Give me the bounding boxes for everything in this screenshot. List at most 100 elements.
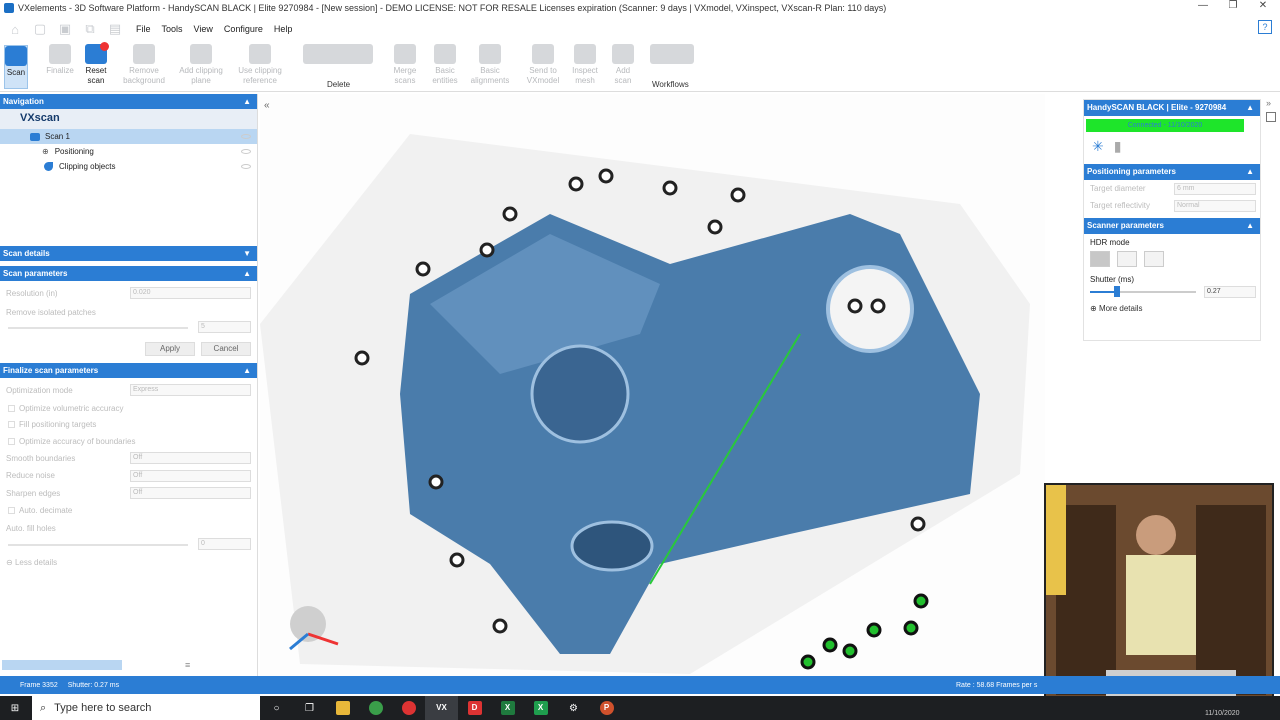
send-to-vxmodel-button[interactable]: Send to VXmodel	[524, 44, 562, 86]
collapse-icon[interactable]: ▲	[243, 94, 251, 109]
optimize-boundaries-checkbox[interactable]	[8, 438, 15, 445]
excel-icon[interactable]: X	[491, 696, 524, 720]
remove-isolated-field[interactable]: 5	[198, 321, 251, 333]
help-icon[interactable]: ?	[1258, 20, 1272, 34]
basic-entities-button[interactable]: Basic entities	[428, 44, 462, 86]
merge-scans-button[interactable]: Merge scans	[388, 44, 422, 86]
more-details-link[interactable]: ⊕ More details	[1084, 300, 1260, 313]
3d-viewport[interactable]: «	[260, 94, 1045, 676]
reduce-noise-select[interactable]: Off	[130, 470, 251, 482]
smooth-boundaries-select[interactable]: Off	[130, 452, 251, 464]
reset-scan-button[interactable]: Reset scan	[82, 42, 110, 86]
navigation-header[interactable]: Navigation ▲	[0, 94, 257, 109]
optimization-mode-select[interactable]: Express	[130, 384, 251, 396]
visibility-eye-icon[interactable]	[241, 149, 251, 154]
hdr-full-button[interactable]	[1144, 251, 1164, 267]
scanner-header[interactable]: HandySCAN BLACK | Elite - 9270984 ▲	[1084, 100, 1260, 116]
panel-icon[interactable]	[1266, 112, 1276, 122]
scan-details-header[interactable]: Scan details ▼	[0, 246, 257, 261]
hdr-half-button[interactable]	[1117, 251, 1137, 267]
optimize-volumetric-checkbox[interactable]	[8, 405, 15, 412]
menu-view[interactable]: View	[194, 24, 213, 34]
shutter-slider-thumb[interactable]	[1114, 286, 1120, 297]
shutter-field[interactable]: 0.27	[1204, 286, 1256, 298]
apply-button[interactable]: Apply	[145, 342, 195, 356]
settings-icon[interactable]: ⚙	[557, 696, 590, 720]
app-red-icon[interactable]	[392, 696, 425, 720]
scanner-device-icon[interactable]: ▮	[1114, 138, 1122, 160]
collapse-icon[interactable]: ▲	[243, 266, 251, 281]
use-clipping-reference-button[interactable]: Use clipping reference	[234, 44, 286, 86]
collapse-icon[interactable]: ▲	[1246, 164, 1254, 180]
auto-fill-slider[interactable]	[8, 544, 188, 546]
fill-targets-label: Fill positioning targets	[19, 420, 97, 429]
finalize-parameters-header[interactable]: Finalize scan parameters ▲	[0, 363, 257, 378]
excel-icon-2[interactable]: X	[524, 696, 557, 720]
scanner-parameters-header[interactable]: Scanner parameters ▲	[1084, 218, 1260, 234]
minimize-button[interactable]: —	[1188, 0, 1218, 16]
menu-file[interactable]: File	[136, 24, 151, 34]
tree-root-vxscan[interactable]: VXscan	[0, 109, 257, 129]
sharpen-edges-select[interactable]: Off	[130, 487, 251, 499]
save-icon[interactable]: ▣	[55, 20, 75, 38]
auto-decimate-checkbox[interactable]	[8, 507, 15, 514]
menu-tools[interactable]: Tools	[162, 24, 183, 34]
paste-icon[interactable]: ▤	[105, 20, 125, 38]
cortana-icon[interactable]: ○	[260, 696, 293, 720]
workflows-tools[interactable]	[646, 44, 698, 66]
remove-isolated-slider[interactable]	[8, 327, 188, 329]
target-reflectivity-select[interactable]: Normal	[1174, 200, 1256, 212]
add-scan-button[interactable]: Add scan	[608, 44, 638, 86]
fill-targets-checkbox[interactable]	[8, 421, 15, 428]
clipping-reference-icon	[249, 44, 271, 64]
add-clipping-plane-button[interactable]: Add clipping plane	[176, 44, 226, 86]
hdr-off-button[interactable]	[1090, 251, 1110, 267]
less-details-link[interactable]: ⊖ Less details	[6, 558, 57, 567]
windows-start-icon[interactable]: ⊞	[0, 696, 30, 720]
menu-help[interactable]: Help	[274, 24, 293, 34]
positioning-parameters-header[interactable]: Positioning parameters ▲	[1084, 164, 1260, 180]
file-explorer-icon[interactable]	[326, 696, 359, 720]
auto-fill-field[interactable]: 0	[198, 538, 251, 550]
resolution-field[interactable]: 0.020	[130, 287, 251, 299]
taskbar-search[interactable]: ⌕ Type here to search	[32, 696, 260, 720]
pdf-icon[interactable]: D	[458, 696, 491, 720]
inspect-mesh-button[interactable]: Inspect mesh	[568, 44, 602, 86]
remove-background-button[interactable]: Remove background	[120, 44, 168, 86]
vxelements-icon[interactable]: VX	[425, 696, 458, 720]
laser-mode-icon[interactable]: ✳	[1092, 138, 1104, 160]
powerpoint-icon[interactable]: P	[590, 696, 623, 720]
reset-scan-icon	[85, 42, 109, 64]
task-view-icon[interactable]: ❐	[293, 696, 326, 720]
cancel-button[interactable]: Cancel	[201, 342, 251, 356]
scan-button[interactable]: Scan	[4, 45, 28, 89]
collapse-icon[interactable]: ▲	[243, 363, 251, 378]
collapse-left-icon[interactable]: «	[264, 100, 270, 111]
new-file-icon[interactable]: ▢	[30, 20, 50, 38]
tree-item-clipping-objects[interactable]: Clipping objects	[0, 159, 257, 174]
delete-tools[interactable]	[298, 44, 378, 66]
clipping-plane-icon	[190, 44, 212, 64]
chrome-icon[interactable]	[359, 696, 392, 720]
copy-icon[interactable]: ⧉	[80, 20, 100, 38]
basic-alignments-button[interactable]: Basic alignments	[468, 44, 512, 86]
list-icon[interactable]: ≡	[185, 660, 190, 670]
merge-icon	[394, 44, 416, 64]
home-icon[interactable]: ⌂	[5, 20, 25, 38]
finalize-button[interactable]: Finalize	[44, 44, 76, 76]
tree-item-positioning[interactable]: ⊕ Positioning	[0, 144, 257, 159]
expand-icon[interactable]: »	[1266, 98, 1280, 108]
panel-splitter[interactable]	[2, 660, 122, 670]
scan-parameters-header[interactable]: Scan parameters ▲	[0, 266, 257, 281]
collapse-icon[interactable]: ▲	[1246, 100, 1254, 116]
visibility-eye-icon[interactable]	[241, 134, 251, 139]
target-diameter-select[interactable]: 6 mm	[1174, 183, 1256, 195]
visibility-eye-icon[interactable]	[241, 164, 251, 169]
restore-button[interactable]: ❐	[1218, 0, 1248, 16]
close-button[interactable]: ✕	[1248, 0, 1278, 16]
menu-configure[interactable]: Configure	[224, 24, 263, 34]
collapse-icon[interactable]: ▲	[1246, 218, 1254, 234]
collapse-icon[interactable]: ▼	[243, 246, 251, 261]
tree-item-scan-1[interactable]: Scan 1	[0, 129, 257, 144]
frame-count: Frame 3352	[20, 681, 58, 689]
